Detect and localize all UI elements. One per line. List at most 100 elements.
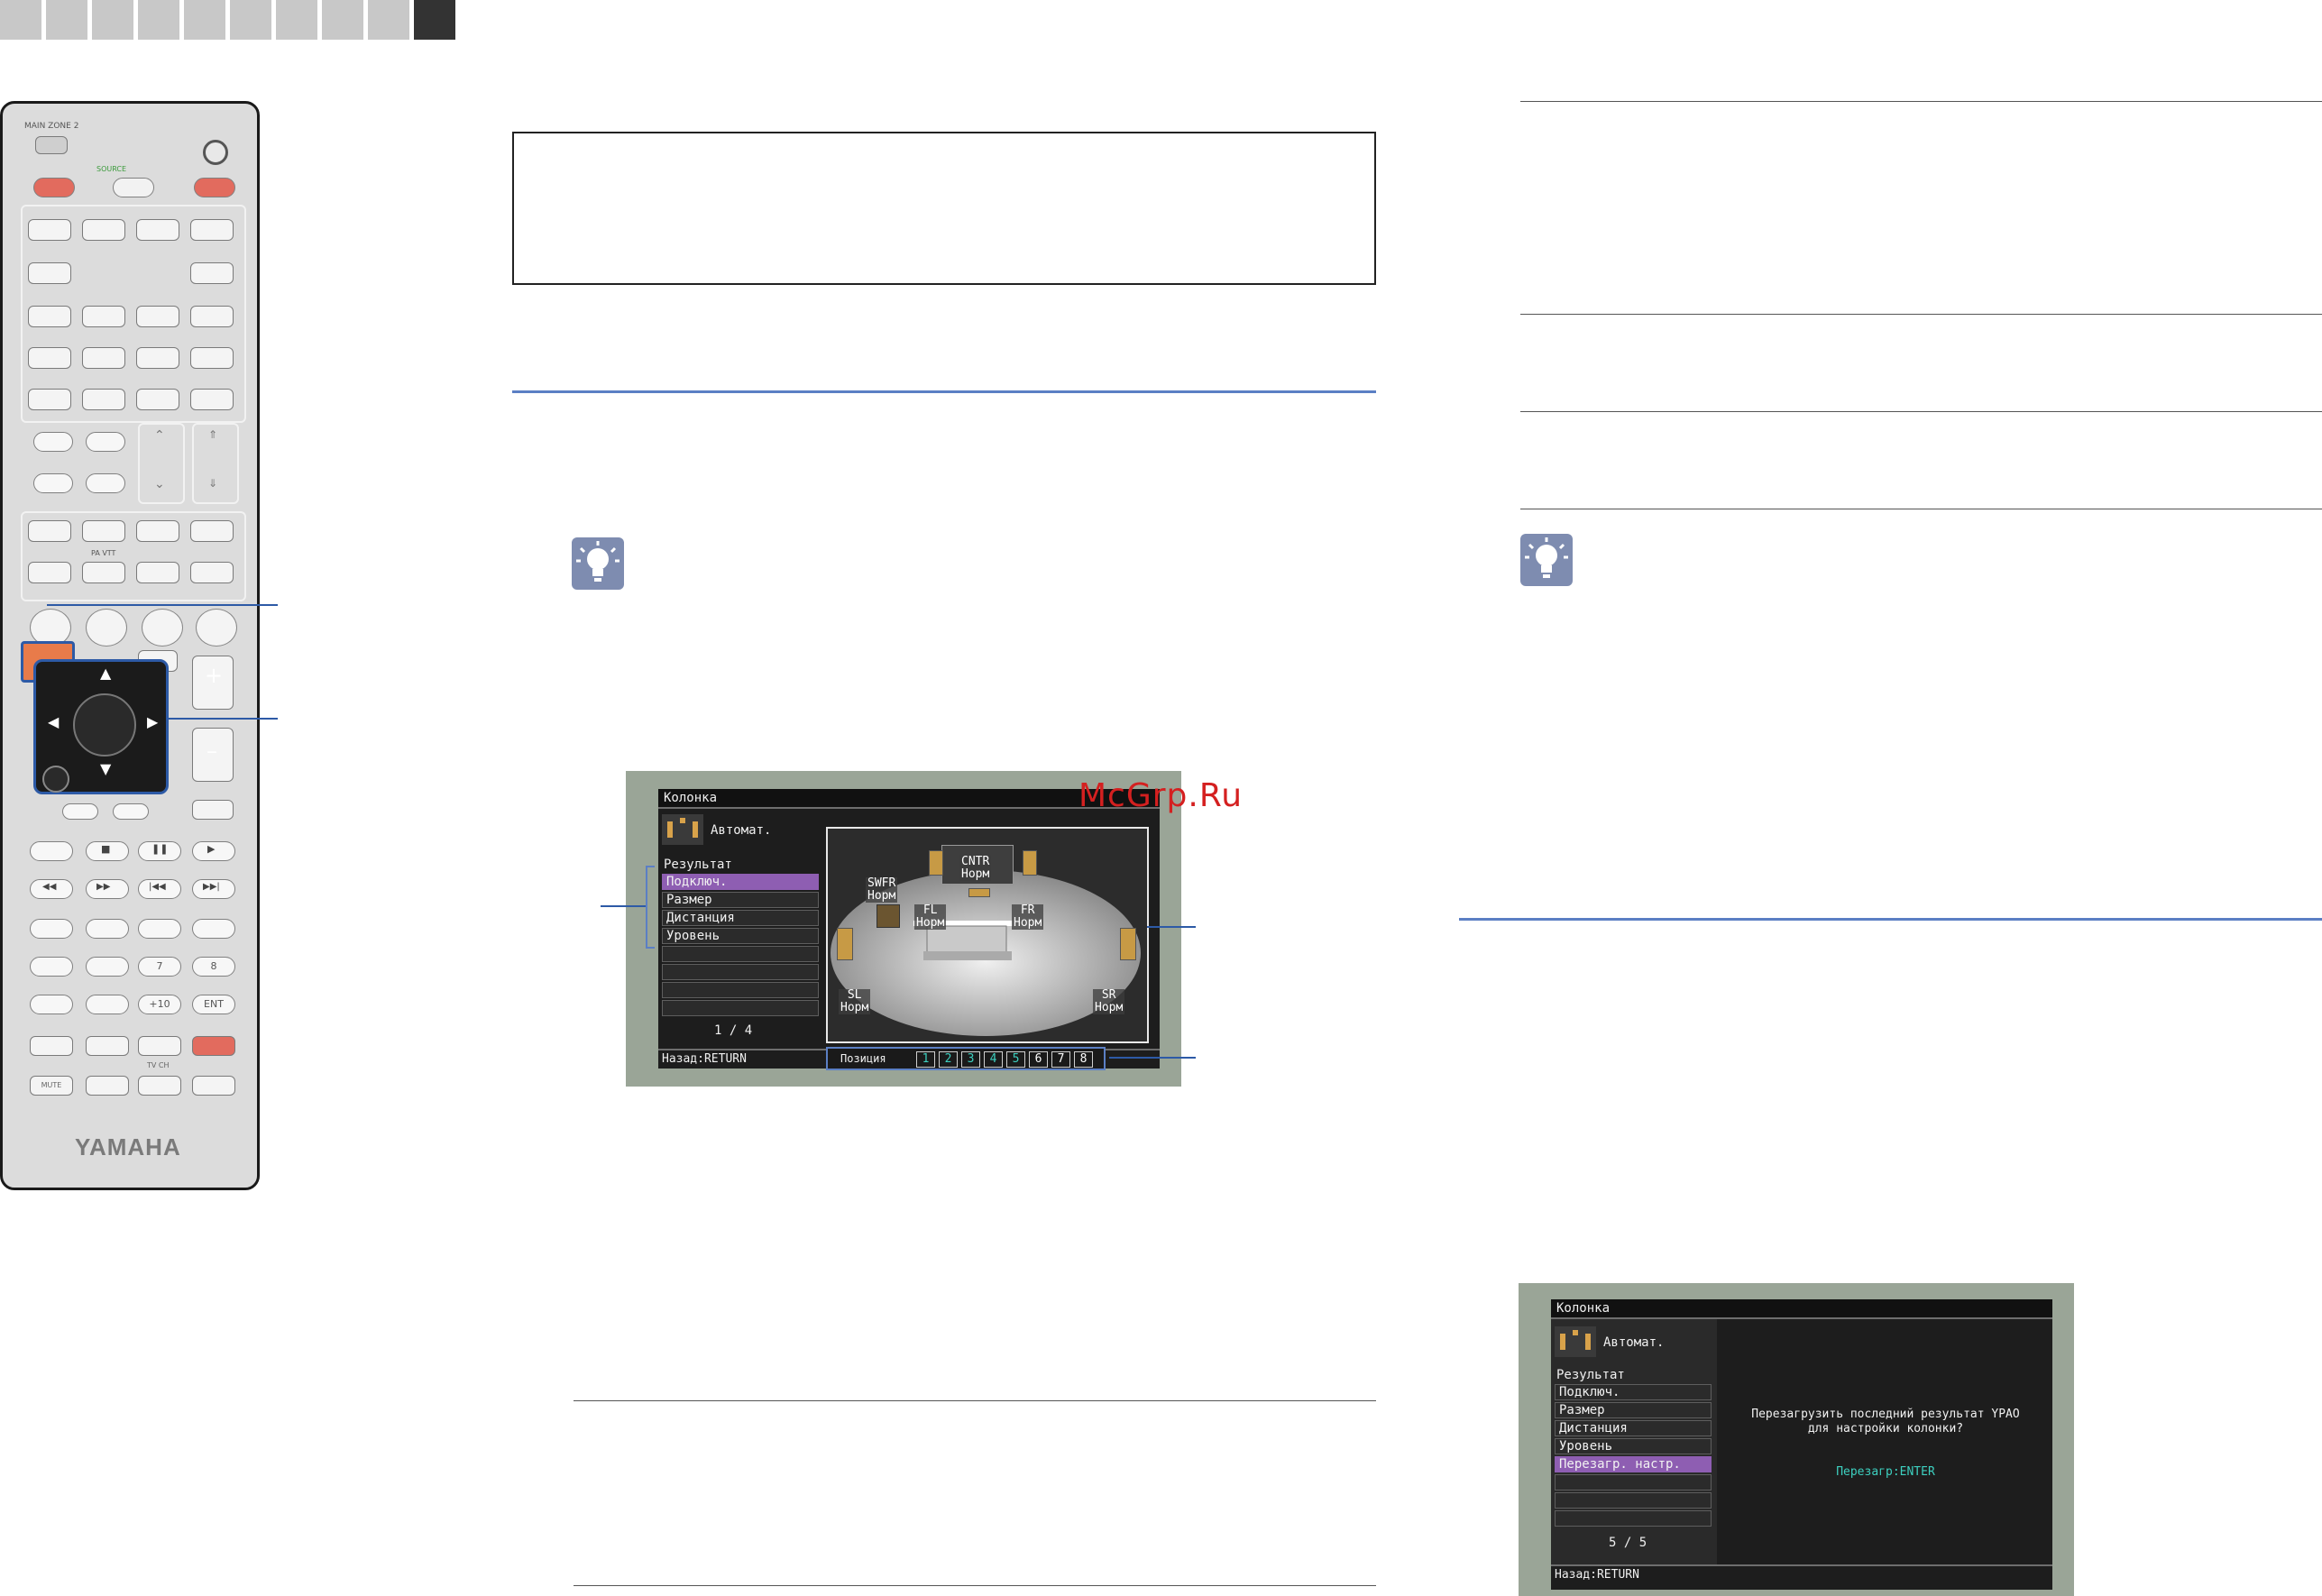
number-8-button[interactable]: 8 (192, 957, 235, 977)
menu-item-empty (662, 1000, 819, 1016)
remote-button[interactable] (190, 306, 234, 327)
source-button[interactable] (113, 178, 154, 197)
chapter-tab[interactable] (368, 0, 409, 40)
round-button[interactable] (86, 609, 127, 647)
skip-forward-icon: ▶▶| (203, 882, 220, 892)
menu-item-connection[interactable]: Подключ. (1555, 1384, 1712, 1400)
remote-button[interactable] (33, 432, 73, 452)
remote-button[interactable] (136, 389, 179, 410)
remote-button[interactable] (30, 841, 73, 861)
chapter-tab[interactable] (230, 0, 271, 40)
remote-button[interactable] (82, 219, 125, 241)
remote-button[interactable] (86, 432, 125, 452)
power-knob[interactable] (203, 140, 228, 165)
remote-button[interactable] (28, 306, 71, 327)
position-cell: 3 (961, 1051, 980, 1068)
remote-button[interactable] (136, 520, 179, 542)
remote-button[interactable] (28, 219, 71, 241)
power-on-button[interactable] (33, 178, 75, 197)
table-rule (1520, 411, 2322, 412)
tv-power-button[interactable] (192, 1036, 235, 1056)
note-box (512, 132, 1376, 285)
chapter-tab[interactable] (46, 0, 87, 40)
remote-button[interactable] (82, 306, 125, 327)
tv-vol-up-button[interactable] (138, 1036, 181, 1056)
zone-switch[interactable] (35, 136, 68, 154)
arrow-down-icon[interactable]: ▼ (100, 760, 111, 777)
number-7-button[interactable]: 7 (138, 957, 181, 977)
remote-button[interactable] (190, 262, 234, 284)
number-button[interactable] (138, 919, 181, 939)
remote-button[interactable] (136, 219, 179, 241)
menu-item-size[interactable]: Размер (662, 892, 819, 908)
round-button[interactable] (196, 609, 237, 647)
remote-button[interactable] (190, 347, 234, 369)
menu-item-level[interactable]: Уровень (662, 928, 819, 944)
menu-item-level[interactable]: Уровень (1555, 1438, 1712, 1454)
mute-button[interactable]: MUTE (30, 1076, 73, 1096)
remote-button[interactable] (33, 473, 73, 493)
menu-item-distance[interactable]: Дистанция (662, 910, 819, 926)
reload-enter-hint[interactable]: Перезагр:ENTER (1719, 1465, 2052, 1479)
remote-button[interactable] (28, 262, 71, 284)
return-button[interactable] (42, 766, 69, 793)
remote-button[interactable] (28, 562, 71, 583)
reload-settings-screen: Колонка Автомат. Результат Подключ. Разм… (1519, 1283, 2074, 1596)
chapter-tab[interactable] (322, 0, 363, 40)
remote-button[interactable] (28, 520, 71, 542)
remote-button[interactable] (82, 562, 125, 583)
menu-item-empty (662, 964, 819, 980)
number-button[interactable] (30, 957, 73, 977)
tv-vol-down-button[interactable] (138, 1076, 181, 1096)
menu-item-reload-settings[interactable]: Перезагр. настр. (1555, 1456, 1712, 1472)
chapter-tab[interactable] (138, 0, 179, 40)
remote-button[interactable] (113, 803, 149, 820)
remote-button[interactable] (28, 347, 71, 369)
chapter-tab-active[interactable] (414, 0, 455, 40)
number-button[interactable] (86, 995, 129, 1014)
remote-button[interactable] (30, 1036, 73, 1056)
enter-button[interactable] (73, 693, 136, 757)
number-button[interactable] (86, 919, 129, 939)
remote-button[interactable] (28, 389, 71, 410)
remote-button[interactable] (190, 219, 234, 241)
remote-button[interactable] (136, 306, 179, 327)
remote-button[interactable] (190, 520, 234, 542)
tv-input-button[interactable] (192, 1076, 235, 1096)
chapter-tab[interactable] (0, 0, 41, 40)
remote-button[interactable] (190, 389, 234, 410)
remote-button[interactable] (82, 520, 125, 542)
number-button[interactable] (192, 919, 235, 939)
remote-button[interactable] (82, 389, 125, 410)
menu-item-size[interactable]: Размер (1555, 1402, 1712, 1418)
arrow-left-icon[interactable]: ◀ (48, 713, 59, 730)
callout-line (601, 905, 646, 907)
menu-item-distance[interactable]: Дистанция (1555, 1420, 1712, 1436)
chapter-tab[interactable] (184, 0, 225, 40)
arrow-right-icon[interactable]: ▶ (147, 713, 158, 730)
remote-button[interactable] (136, 347, 179, 369)
section-rule (512, 390, 1376, 393)
power-standby-button[interactable] (194, 178, 235, 197)
chapter-tab[interactable] (92, 0, 133, 40)
chapter-tab[interactable] (276, 0, 317, 40)
channel-down-button[interactable] (86, 1076, 129, 1096)
ent-button[interactable]: ENT (192, 995, 235, 1014)
number-button[interactable] (30, 995, 73, 1014)
number-button[interactable] (86, 957, 129, 977)
plus-icon: + (205, 663, 224, 688)
mode-label: Автомат. (711, 823, 772, 838)
plus-ten-button[interactable]: +10 (138, 995, 181, 1014)
remote-button[interactable] (62, 803, 98, 820)
arrow-up-icon[interactable]: ▲ (100, 665, 111, 682)
remote-button[interactable] (82, 347, 125, 369)
round-button[interactable] (142, 609, 183, 647)
remote-button[interactable] (86, 473, 125, 493)
channel-up-button[interactable] (86, 1036, 129, 1056)
remote-button[interactable] (192, 800, 234, 820)
remote-button[interactable] (136, 562, 179, 583)
menu-item-connection[interactable]: Подключ. (662, 874, 819, 890)
divider (1551, 1564, 2052, 1566)
remote-button[interactable] (190, 562, 234, 583)
number-button[interactable] (30, 919, 73, 939)
